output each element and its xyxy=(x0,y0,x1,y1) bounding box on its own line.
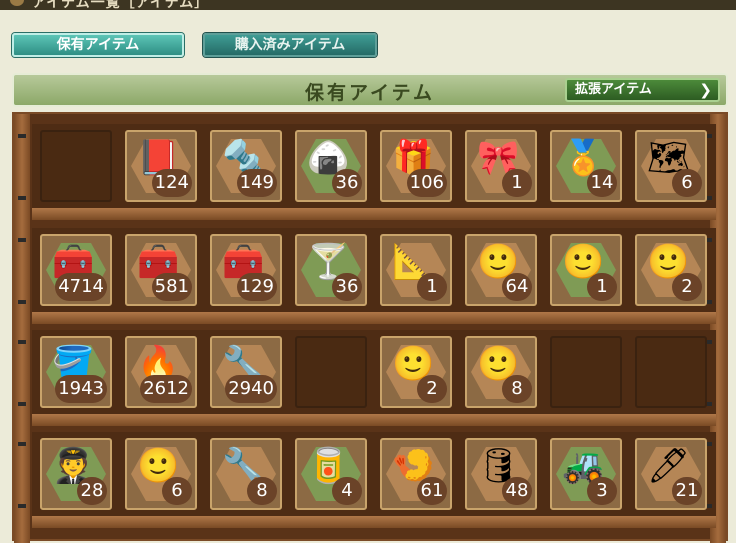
item-slot[interactable]: 🧰 581 xyxy=(125,234,197,306)
item-slot[interactable]: 🔥 2612 xyxy=(125,336,197,408)
item-slot[interactable]: 🏅 14 xyxy=(550,130,622,202)
item-count-badge: 149 xyxy=(236,169,277,197)
hinge-icon xyxy=(18,196,26,200)
section-header: 保有アイテム 拡張アイテム ❯ xyxy=(12,73,728,107)
item-slot[interactable]: 🙂 6 xyxy=(125,438,197,510)
item-slot[interactable]: 📕 124 xyxy=(125,130,197,202)
item-slot[interactable]: 🙂 1 xyxy=(550,234,622,306)
item-count-badge: 106 xyxy=(406,169,447,197)
item-count-badge: 21 xyxy=(672,477,702,505)
hinge-icon xyxy=(18,504,26,508)
empty-item-slot xyxy=(635,336,707,408)
item-count-badge: 36 xyxy=(332,169,362,197)
item-slot[interactable]: 🙂 8 xyxy=(465,336,537,408)
item-count-badge: 8 xyxy=(247,477,277,505)
item-slot[interactable]: 🍸 36 xyxy=(295,234,367,306)
item-count-badge: 48 xyxy=(502,477,532,505)
item-slot[interactable]: 🔧 2940 xyxy=(210,336,282,408)
item-count-badge: 124 xyxy=(151,169,192,197)
item-slot[interactable]: 🎀 1 xyxy=(465,130,537,202)
item-slot[interactable]: 🍤 61 xyxy=(380,438,452,510)
item-slot[interactable]: 🙂 2 xyxy=(635,234,707,306)
item-count-badge: 8 xyxy=(502,375,532,403)
item-count-badge: 4 xyxy=(332,477,362,505)
hinge-icon xyxy=(18,300,26,304)
shelf-plank xyxy=(32,312,716,324)
chevron-right-icon: ❯ xyxy=(699,81,712,99)
item-slot[interactable]: 📐 1 xyxy=(380,234,452,306)
item-slot[interactable]: 🪣 1943 xyxy=(40,336,112,408)
hinge-icon xyxy=(18,442,26,446)
item-count-badge: 36 xyxy=(332,273,362,301)
item-count-badge: 1 xyxy=(502,169,532,197)
item-slot[interactable]: 🧰 129 xyxy=(210,234,282,306)
emblem-icon xyxy=(10,0,24,6)
item-slot[interactable]: 🚜 3 xyxy=(550,438,622,510)
empty-item-slot xyxy=(295,336,367,408)
item-count-badge: 6 xyxy=(162,477,192,505)
item-count-badge: 3 xyxy=(587,477,617,505)
item-count-badge: 4714 xyxy=(55,273,107,301)
cabinet-left-post xyxy=(14,114,30,543)
empty-item-slot xyxy=(550,336,622,408)
expansion-items-label: 拡張アイテム xyxy=(575,82,652,97)
expansion-items-button[interactable]: 拡張アイテム ❯ xyxy=(565,78,720,102)
item-count-badge: 1 xyxy=(587,273,617,301)
item-slot[interactable]: 🎁 106 xyxy=(380,130,452,202)
item-slot[interactable]: 🙂 64 xyxy=(465,234,537,306)
item-count-badge: 64 xyxy=(502,273,532,301)
hinge-icon xyxy=(18,340,26,344)
item-slot[interactable]: 🙂 2 xyxy=(380,336,452,408)
window-title-bar: アイテム一覧［アイテム］ xyxy=(0,0,736,10)
item-slot[interactable]: 🍙 36 xyxy=(295,130,367,202)
shelf-plank xyxy=(32,414,716,426)
shelf-plank xyxy=(32,516,716,528)
item-count-badge: 14 xyxy=(587,169,617,197)
item-slot[interactable]: 🔧 8 xyxy=(210,438,282,510)
item-count-badge: 2612 xyxy=(140,375,192,403)
item-slot[interactable]: 🧑‍✈️ 28 xyxy=(40,438,112,510)
item-count-badge: 1943 xyxy=(55,375,107,403)
item-count-badge: 6 xyxy=(672,169,702,197)
item-cabinet: 📕 124 🔩 149 🍙 36 🎁 106 🎀 1 🏅 14 🗺 6 🧰 4714 🧰 581 🧰 129 🍸 36 📐 1… xyxy=(12,112,728,543)
shelf-plank xyxy=(32,208,716,220)
empty-item-slot xyxy=(40,130,112,202)
item-slot[interactable]: 🗺 6 xyxy=(635,130,707,202)
item-slot[interactable]: 🖊 21 xyxy=(635,438,707,510)
hinge-icon xyxy=(18,238,26,242)
item-slot[interactable]: 🥫 4 xyxy=(295,438,367,510)
item-count-badge: 2940 xyxy=(225,375,277,403)
item-slot[interactable]: 🔩 149 xyxy=(210,130,282,202)
item-count-badge: 129 xyxy=(236,273,277,301)
item-slot[interactable]: 🧰 4714 xyxy=(40,234,112,306)
hinge-icon xyxy=(18,134,26,138)
item-count-badge: 581 xyxy=(151,273,192,301)
item-count-badge: 1 xyxy=(417,273,447,301)
item-count-badge: 2 xyxy=(672,273,702,301)
item-slot[interactable]: 🛢 48 xyxy=(465,438,537,510)
tab-purchased-items[interactable]: 購入済みアイテム xyxy=(203,33,377,57)
hinge-icon xyxy=(18,402,26,406)
item-count-badge: 2 xyxy=(417,375,447,403)
item-count-badge: 28 xyxy=(77,477,107,505)
tab-owned-items[interactable]: 保有アイテム xyxy=(12,33,184,57)
item-count-badge: 61 xyxy=(417,477,447,505)
window-title: アイテム一覧［アイテム］ xyxy=(32,0,210,10)
